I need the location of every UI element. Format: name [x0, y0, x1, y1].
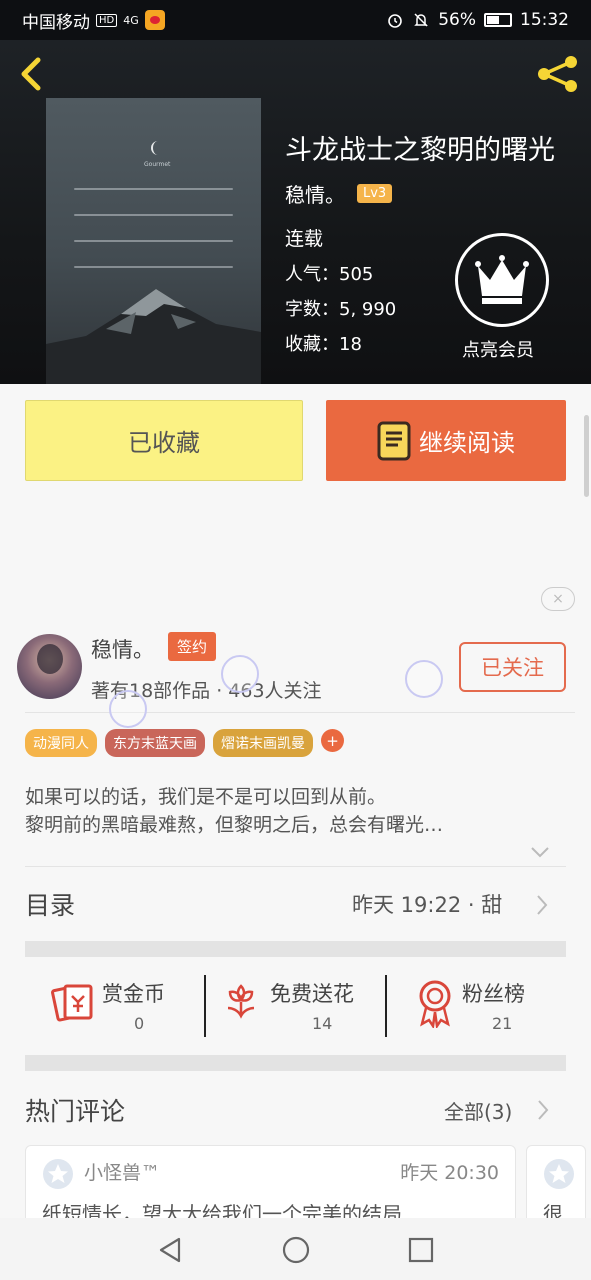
word-count-stat: 字数：5, 990: [285, 299, 397, 320]
clock: 15:32: [520, 10, 569, 30]
hot-comments-title: 热门评论: [25, 1097, 126, 1126]
fan-ranking-button[interactable]: 粉丝榜 21: [414, 972, 564, 1040]
follow-button[interactable]: 已关注: [459, 642, 566, 692]
cover-text-line: [74, 266, 233, 268]
cover-text-line: [74, 240, 233, 242]
free-flower-count: 14: [312, 1014, 333, 1033]
cover-text-line: [74, 214, 233, 216]
carrier-label: 中国移动: [22, 12, 90, 33]
divider: [385, 975, 387, 1037]
serial-status: 连载: [285, 228, 324, 250]
cover-caption: Gourmet: [144, 161, 171, 168]
chevron-right-icon[interactable]: [536, 1099, 550, 1121]
follow-label: 已关注: [481, 656, 544, 680]
nav-home-icon[interactable]: [282, 1236, 310, 1264]
book-title: 斗龙战士之黎明的曙光: [285, 135, 555, 166]
intro-line: 如果可以的话，我们是不是可以回到从前。: [25, 786, 387, 808]
book-intro[interactable]: 如果可以的话，我们是不是可以回到从前。 黎明前的黑暗最难熬，但黎明之后，总会有曙…: [25, 783, 555, 839]
medal-icon: [419, 980, 451, 1028]
reward-coins-count: 0: [134, 1014, 145, 1033]
intro-line: 黎明前的黑暗最难熬，但黎明之后，总会有曙光…: [25, 814, 444, 836]
mountain-image: [46, 289, 261, 384]
reward-coins-label: 赏金币: [102, 982, 165, 1006]
comment-card[interactable]: 小怪兽™ 昨天 20:30 纸短情长，望大大给我们一个完美的结局: [25, 1145, 516, 1225]
mute-icon: [414, 13, 429, 27]
book-author[interactable]: 稳情。: [285, 179, 345, 208]
divider: [25, 712, 575, 713]
moon-icon: [151, 141, 158, 155]
book-cover[interactable]: Gourmet: [46, 98, 261, 384]
scrollbar[interactable]: [584, 415, 589, 497]
free-flower-button[interactable]: 免费送花 14: [220, 972, 380, 1040]
network-label: 4G: [123, 13, 139, 27]
author-level-badge: Lv3: [357, 184, 393, 203]
author-name[interactable]: 稳情。: [91, 634, 154, 664]
alarm-icon: [388, 14, 403, 28]
tag-item[interactable]: 熠诺末画凯曼: [213, 729, 313, 757]
cover-text-line: [74, 188, 233, 190]
toc-label[interactable]: 目录: [25, 886, 75, 922]
hd-icon: HD: [96, 13, 118, 27]
fan-ranking-count: 21: [492, 1014, 513, 1033]
battery-icon: [484, 13, 512, 27]
comment-time: 昨天 20:30: [400, 1162, 499, 1184]
author-avatar[interactable]: [17, 634, 82, 699]
fan-ranking-label: 粉丝榜: [462, 982, 525, 1006]
toc-latest-info[interactable]: 昨天 19:22 · 甜: [352, 889, 502, 919]
section-band: [25, 1055, 566, 1071]
book-header: Gourmet 斗龙战士之黎明的曙光 稳情。 Lv3 连载 人气：505 字数：…: [0, 40, 591, 384]
favorited-button[interactable]: 已收藏: [25, 400, 303, 481]
tag-list: 动漫同人 东方末蓝天画 熠诺末画凯曼 +: [25, 729, 344, 757]
tag-item[interactable]: 动漫同人: [25, 729, 97, 757]
nav-back-icon[interactable]: [157, 1236, 183, 1264]
reward-coins-button[interactable]: 赏金币 0: [50, 972, 200, 1040]
system-nav-bar: [0, 1218, 591, 1280]
close-icon[interactable]: ×: [541, 587, 575, 611]
battery-percent: 56%: [438, 10, 476, 30]
vip-label[interactable]: 点亮会员: [462, 336, 534, 362]
touch-indicator: [109, 690, 147, 728]
star-avatar-icon: [544, 1159, 574, 1189]
crown-icon: [475, 255, 529, 304]
share-icon[interactable]: [535, 54, 581, 94]
comment-card[interactable]: 很: [526, 1145, 586, 1225]
vip-button[interactable]: [455, 233, 549, 327]
back-icon[interactable]: [16, 54, 46, 94]
comment-user[interactable]: 小怪兽™: [84, 1158, 160, 1185]
divider: [25, 866, 566, 867]
red-envelope-icon: [51, 984, 93, 1022]
chevron-down-icon[interactable]: [530, 845, 550, 859]
book-icon: [377, 421, 411, 460]
star-avatar-icon: [43, 1159, 73, 1189]
flower-icon: [227, 984, 255, 1019]
continue-reading-button[interactable]: 继续阅读: [326, 400, 566, 481]
status-bar: 中国移动 HD 4G 56% 15:32: [0, 0, 591, 40]
divider: [204, 975, 206, 1037]
weibo-icon: [144, 10, 165, 30]
nav-recent-icon[interactable]: [408, 1236, 434, 1264]
continue-reading-label: 继续阅读: [419, 429, 515, 457]
chevron-right-icon[interactable]: [535, 894, 549, 916]
tag-item[interactable]: 东方末蓝天画: [105, 729, 205, 757]
free-flower-label: 免费送花: [270, 982, 354, 1006]
popularity-stat: 人气：505: [285, 264, 374, 285]
section-band: [25, 941, 566, 957]
favorited-label: 已收藏: [128, 429, 200, 457]
touch-indicator: [405, 660, 443, 698]
signed-badge: 签约: [168, 632, 217, 661]
all-comments-link[interactable]: 全部(3): [444, 1096, 512, 1125]
favorites-stat: 收藏：18: [285, 334, 362, 355]
touch-indicator: [221, 655, 259, 693]
add-tag-button[interactable]: +: [321, 729, 344, 752]
